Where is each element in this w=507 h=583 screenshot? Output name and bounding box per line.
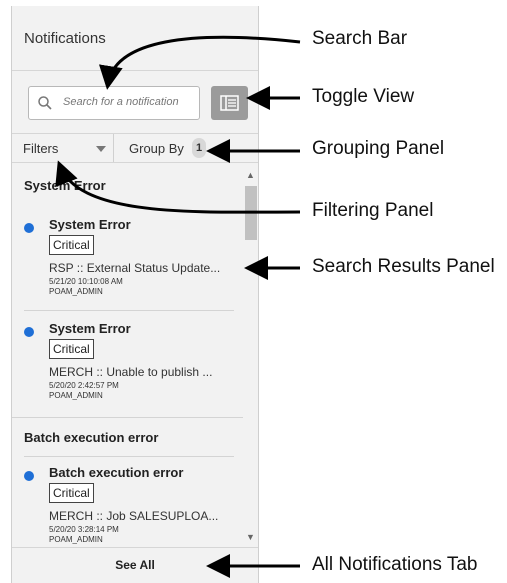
callout-search-results-panel: Search Results Panel — [312, 256, 495, 277]
callout-all-notifications-tab: All Notifications Tab — [312, 554, 478, 575]
callout-filtering-panel: Filtering Panel — [312, 200, 434, 221]
callout-toggle-view: Toggle View — [312, 86, 415, 107]
callout-search-bar: Search Bar — [312, 28, 408, 49]
search-bar-arrow — [99, 35, 301, 90]
annotation-arrows — [55, 35, 301, 578]
callout-grouping-panel: Grouping Panel — [312, 138, 445, 159]
filtering-panel-arrow — [55, 160, 301, 214]
